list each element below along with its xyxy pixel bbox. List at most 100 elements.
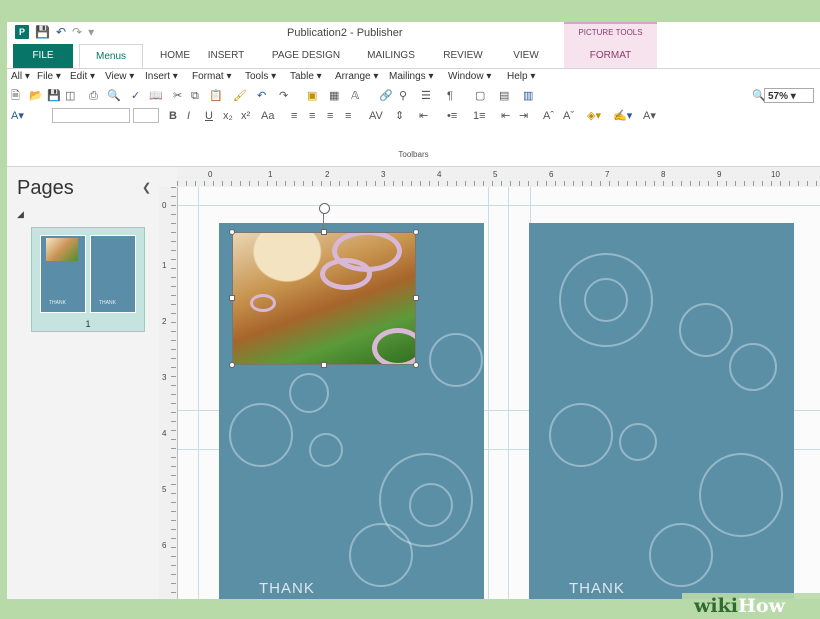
line-spacing-icon[interactable]: ⇕ [395,109,404,123]
left-page-thank-text[interactable]: THANK [259,580,315,597]
open-icon[interactable]: 📂 [29,89,43,103]
document-canvas[interactable]: THANK THANK [178,187,820,599]
master-page-icon[interactable]: ▤ [499,89,509,103]
thumbnail-text: THANK [99,300,116,306]
line-color-icon[interactable]: ✍▾ [613,109,632,123]
columns-icon[interactable]: ☰ [421,89,431,103]
layout-icon[interactable]: ▥ [523,89,533,103]
align-left-icon[interactable]: ≡ [291,109,297,123]
tab-view[interactable]: VIEW [505,44,547,68]
numbering-icon[interactable]: 1≡ [473,109,486,123]
tab-insert[interactable]: INSERT [203,44,249,68]
vertical-ruler[interactable]: 0 1 2 3 4 5 6 [159,187,178,599]
resize-handle-top-right[interactable] [413,229,419,235]
resize-handle-left[interactable] [229,295,235,301]
paste-icon[interactable]: 📋 [209,89,223,103]
fill-color-icon[interactable]: ◈▾ [587,109,601,123]
undo-icon[interactable]: ↶ [56,25,66,39]
copy-icon[interactable]: ⧉ [191,89,199,103]
menu-view[interactable]: View ▾ [105,71,134,82]
insert-picture-icon[interactable]: ▣ [307,89,317,103]
resize-handle-bottom-left[interactable] [229,362,235,368]
zoom-level-field[interactable]: 57% ▾ [764,88,814,103]
new-icon[interactable]: 🗎 [11,89,20,103]
menu-all[interactable]: All ▾ [11,71,30,82]
redo-icon[interactable]: ↷ [279,89,288,103]
menu-window[interactable]: Window ▾ [448,71,491,82]
right-page[interactable]: THANK [529,223,794,599]
page-thumbnail[interactable]: THANK THANK 1 [31,227,145,332]
menu-tools[interactable]: Tools ▾ [245,71,276,82]
ruler-number: 1 [162,261,167,270]
print-preview-icon[interactable]: 🔍 [107,89,121,103]
right-page-thank-text[interactable]: THANK [569,580,625,597]
horizontal-ruler[interactable]: 0 1 2 3 4 5 6 7 8 9 10 [177,167,820,188]
print-icon[interactable]: ⎙ [89,89,98,103]
save-icon[interactable]: 💾 [35,25,50,39]
menu-file[interactable]: File ▾ [37,71,61,82]
tab-home[interactable]: HOME [153,44,197,68]
align-right-icon[interactable]: ≡ [327,109,333,123]
insert-wordart-icon[interactable]: 𝔸 [351,89,359,103]
tab-page-design[interactable]: PAGE DESIGN [263,44,349,68]
styles-icon[interactable]: A▾ [11,109,24,123]
picture-tools-header: PICTURE TOOLS [564,22,657,44]
font-size-field[interactable] [133,108,159,123]
research-icon[interactable]: 📖 [149,89,163,103]
swirl-ornament [619,423,657,461]
undo-icon[interactable]: ↶ [257,89,266,103]
permission-icon[interactable]: ◫ [65,89,75,103]
justify-icon[interactable]: ≡ [345,109,351,123]
bold-icon[interactable]: B [169,109,177,123]
paragraph-spacing-icon[interactable]: ⇤ [419,109,428,123]
tab-mailings[interactable]: MAILINGS [363,44,419,68]
menu-arrange[interactable]: Arrange ▾ [335,71,378,82]
special-characters-icon[interactable]: ¶ [447,89,453,103]
find-icon[interactable]: ⚲ [399,89,407,103]
underline-icon[interactable]: U [205,109,213,123]
menu-mailings[interactable]: Mailings ▾ [389,71,434,82]
collapse-pane-icon[interactable]: ❮ [142,181,151,194]
character-spacing-icon[interactable]: AV [369,109,383,123]
resize-handle-top-left[interactable] [229,229,235,235]
insert-table-icon[interactable]: ▦ [329,89,339,103]
rotate-handle[interactable] [319,203,330,214]
superscript-icon[interactable]: x² [241,109,250,123]
decrease-indent-icon[interactable]: ⇤ [501,109,510,123]
resize-handle-top[interactable] [321,229,327,235]
menu-table[interactable]: Table ▾ [290,71,322,82]
tab-review[interactable]: REVIEW [437,44,489,68]
increase-indent-icon[interactable]: ⇥ [519,109,528,123]
font-color-icon[interactable]: A▾ [643,109,656,123]
change-case-icon[interactable]: Aa [261,109,274,123]
align-center-icon[interactable]: ≡ [309,109,315,123]
format-painter-icon[interactable]: 🖌 [233,89,247,103]
tab-format[interactable]: FORMAT [564,44,657,68]
resize-handle-bottom[interactable] [321,362,327,368]
spelling-icon[interactable]: ✓ [131,89,140,103]
page-icon[interactable]: ▢ [475,89,485,103]
tab-menus[interactable]: Menus [79,44,143,68]
cut-icon[interactable]: ✂ [173,89,182,103]
menu-label: Insert [145,71,171,82]
redo-icon[interactable]: ↷ [72,25,82,39]
menu-format[interactable]: Format ▾ [192,71,231,82]
font-name-field[interactable] [52,108,130,123]
expand-triangle-icon[interactable]: ◢ [17,209,24,220]
shrink-font-icon[interactable]: Aˇ [563,109,574,123]
menu-edit[interactable]: Edit ▾ [70,71,95,82]
swirl-ornament [729,343,777,391]
menu-insert[interactable]: Insert ▾ [145,71,178,82]
swirl-ornament [289,373,329,413]
grow-font-icon[interactable]: Aˆ [543,109,554,123]
resize-handle-right[interactable] [413,295,419,301]
hyperlink-icon[interactable]: 🔗 [379,89,393,103]
italic-icon[interactable]: I [187,109,190,123]
menu-help[interactable]: Help ▾ [507,71,535,82]
save-icon[interactable]: 💾 [47,89,61,103]
bullets-icon[interactable]: •≡ [447,109,457,123]
tab-file[interactable]: FILE [13,44,73,68]
subscript-icon[interactable]: x₂ [223,109,233,123]
resize-handle-bottom-right[interactable] [413,362,419,368]
customize-qat-icon[interactable]: ▾ [88,25,94,39]
